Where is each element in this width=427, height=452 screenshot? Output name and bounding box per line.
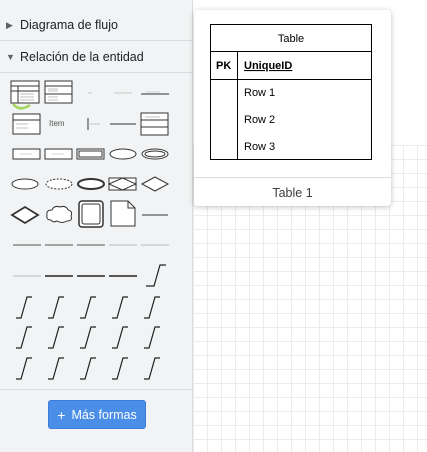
table-row: Row 2	[244, 114, 275, 126]
shape-relation-3[interactable]	[76, 294, 106, 320]
plus-icon: +	[57, 406, 66, 423]
shape-relation-5[interactable]	[140, 294, 170, 320]
shape-relation-10[interactable]	[140, 324, 170, 350]
shape-line[interactable]	[108, 112, 138, 138]
er-shapes-palette: Item	[0, 0, 192, 400]
preview-caption: Table 1	[194, 177, 391, 207]
shape-cloud[interactable]	[44, 202, 74, 228]
shape-relation-9[interactable]	[108, 324, 138, 350]
shape-connector[interactable]	[140, 202, 170, 228]
shape-key-attribute[interactable]	[10, 172, 40, 198]
table-row: Row 1	[244, 87, 275, 99]
more-shapes-button[interactable]: + Más formas	[48, 400, 146, 429]
shape-entity-2[interactable]	[44, 142, 74, 168]
shape-text-line[interactable]	[108, 80, 138, 106]
shape-preview-tooltip: Table PK UniqueID Row 1 Row 2 Row 3 Tabl…	[194, 10, 391, 206]
shape-line-4[interactable]	[108, 232, 138, 258]
shape-elbow-connector[interactable]	[140, 262, 170, 288]
shape-item-label: Item	[49, 119, 65, 128]
pk-label: PK	[216, 60, 231, 72]
shape-line-1[interactable]	[12, 232, 42, 258]
shape-relation-11[interactable]	[12, 355, 42, 381]
shape-derived-attribute[interactable]	[44, 172, 74, 198]
shape-relation-6[interactable]	[12, 324, 42, 350]
shape-attribute-line[interactable]	[140, 80, 170, 106]
shape-relation-14[interactable]	[108, 355, 138, 381]
shape-relation-4[interactable]	[108, 294, 138, 320]
shape-relation-12[interactable]	[44, 355, 74, 381]
shape-attribute-bold[interactable]	[76, 172, 106, 198]
preview-caption-text: Table 1	[272, 185, 313, 200]
shape-key-line[interactable]	[80, 112, 110, 138]
shape-note[interactable]	[108, 200, 138, 227]
shape-line-7[interactable]	[44, 262, 74, 288]
shape-associative-entity[interactable]	[107, 172, 138, 198]
divider	[0, 389, 192, 390]
shape-multivalued-attribute[interactable]	[140, 142, 170, 168]
shape-table[interactable]	[10, 80, 40, 110]
shape-item[interactable]: Item	[44, 112, 76, 138]
shape-entity[interactable]	[12, 142, 42, 168]
table-row: Row 3	[244, 141, 275, 153]
table-header: Table	[278, 33, 304, 45]
shape-weak-entity[interactable]	[76, 142, 106, 168]
table-preview: Table PK UniqueID Row 1 Row 2 Row 3	[210, 24, 372, 160]
shape-relationship[interactable]	[140, 172, 170, 198]
shape-table-3[interactable]	[140, 112, 170, 138]
shape-attribute[interactable]	[108, 142, 138, 168]
shape-relation-13[interactable]	[76, 355, 106, 381]
shape-relation-2[interactable]	[44, 294, 74, 320]
shape-relation-7[interactable]	[44, 324, 74, 350]
shape-relation-8[interactable]	[76, 324, 106, 350]
shape-line-6[interactable]	[12, 262, 42, 288]
shape-dot[interactable]	[78, 80, 108, 106]
shape-line-5[interactable]	[140, 232, 170, 258]
shape-line-8[interactable]	[76, 262, 106, 288]
shape-relation-1[interactable]	[12, 294, 42, 320]
shape-table-2[interactable]	[44, 80, 74, 106]
shape-identifying-relationship[interactable]	[10, 202, 40, 228]
shape-line-3[interactable]	[76, 232, 106, 258]
shape-line-2[interactable]	[44, 232, 74, 258]
shape-line-9[interactable]	[108, 262, 138, 288]
shape-relation-15[interactable]	[140, 355, 170, 381]
pk-field: UniqueID	[244, 60, 292, 72]
shape-rounded-table[interactable]	[76, 200, 106, 228]
shapes-sidebar: ▶ Diagrama de flujo ▼ Relación de la ent…	[0, 0, 193, 452]
shape-list[interactable]	[12, 112, 42, 138]
more-shapes-label: Más formas	[71, 407, 137, 422]
